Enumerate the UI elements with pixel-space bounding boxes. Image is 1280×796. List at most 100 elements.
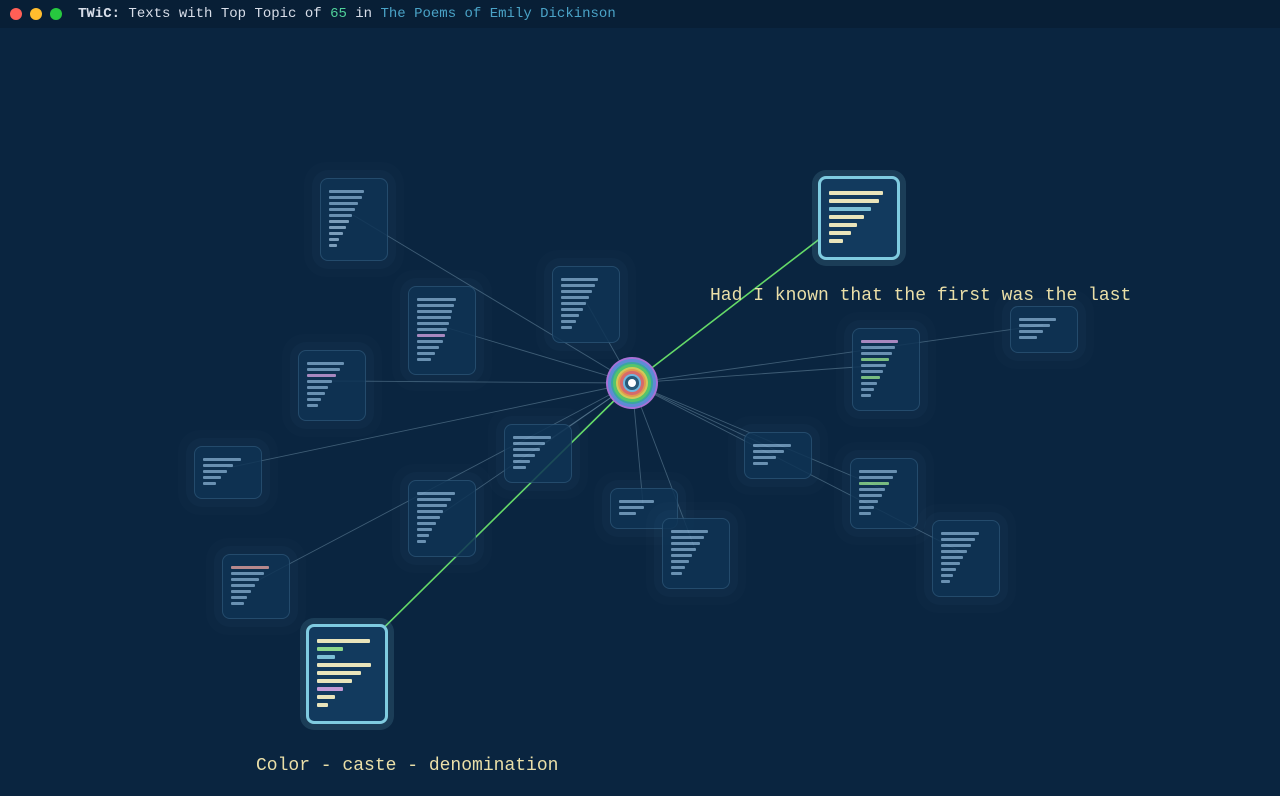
close-icon[interactable] xyxy=(10,8,22,20)
text-line-glyph xyxy=(861,376,880,379)
document-node-selected[interactable] xyxy=(818,176,900,260)
text-line-glyph xyxy=(329,190,364,193)
text-line-glyph xyxy=(317,663,371,667)
text-line-glyph xyxy=(513,454,535,457)
text-line-glyph xyxy=(861,352,892,355)
document-node[interactable] xyxy=(552,266,620,343)
text-line-glyph xyxy=(317,679,352,683)
graph-canvas[interactable]: Had I known that the first was the last C… xyxy=(0,28,1280,796)
text-line-glyph xyxy=(417,528,432,531)
text-line-glyph xyxy=(329,226,346,229)
text-line-glyph xyxy=(859,488,885,491)
text-line-glyph xyxy=(317,639,370,643)
document-node[interactable] xyxy=(222,554,290,619)
text-line-glyph xyxy=(317,655,335,659)
text-line-glyph xyxy=(619,500,654,503)
text-line-glyph xyxy=(861,346,895,349)
text-line-glyph xyxy=(307,380,332,383)
text-line-glyph xyxy=(941,574,953,577)
text-line-glyph xyxy=(671,542,700,545)
app-name: TWiC: xyxy=(78,6,120,22)
text-line-glyph xyxy=(561,302,586,305)
text-line-glyph xyxy=(561,278,598,281)
text-line-glyph xyxy=(753,450,784,453)
text-line-glyph xyxy=(307,362,344,365)
topic-number: 65 xyxy=(330,6,347,22)
text-line-glyph xyxy=(619,512,636,515)
text-line-glyph xyxy=(671,572,682,575)
text-line-glyph xyxy=(829,239,843,243)
document-node[interactable] xyxy=(298,350,366,421)
text-line-glyph xyxy=(753,444,791,447)
maximize-icon[interactable] xyxy=(50,8,62,20)
document-node[interactable] xyxy=(852,328,920,411)
text-line-glyph xyxy=(417,322,449,325)
text-line-glyph xyxy=(513,442,545,445)
text-line-glyph xyxy=(859,470,897,473)
text-line-glyph xyxy=(417,516,440,519)
document-node[interactable] xyxy=(932,520,1000,597)
document-node[interactable] xyxy=(1010,306,1078,353)
text-line-glyph xyxy=(307,386,328,389)
text-line-glyph xyxy=(829,191,883,195)
document-node[interactable] xyxy=(662,518,730,589)
text-line-glyph xyxy=(513,436,551,439)
text-line-glyph xyxy=(861,340,898,343)
text-line-glyph xyxy=(861,394,871,397)
text-line-glyph xyxy=(231,602,244,605)
title-source[interactable]: The Poems of Emily Dickinson xyxy=(381,6,616,22)
minimize-icon[interactable] xyxy=(30,8,42,20)
document-node[interactable] xyxy=(194,446,262,499)
text-line-glyph xyxy=(561,296,589,299)
title-prefix: Texts with Top Topic of xyxy=(128,6,321,22)
text-line-glyph xyxy=(859,500,878,503)
text-line-glyph xyxy=(317,703,328,707)
text-line-glyph xyxy=(417,334,445,337)
text-line-glyph xyxy=(307,398,321,401)
text-line-glyph xyxy=(417,504,447,507)
text-line-glyph xyxy=(829,223,857,227)
document-node[interactable] xyxy=(408,286,476,375)
document-node[interactable] xyxy=(408,480,476,557)
document-node[interactable] xyxy=(320,178,388,261)
text-line-glyph xyxy=(417,346,439,349)
document-caption: Color - caste - denomination xyxy=(256,756,558,776)
text-line-glyph xyxy=(417,352,435,355)
text-line-glyph xyxy=(417,522,436,525)
document-node-selected[interactable] xyxy=(306,624,388,724)
document-node[interactable] xyxy=(850,458,918,529)
text-line-glyph xyxy=(513,448,540,451)
document-caption: Had I known that the first was the last xyxy=(710,286,1131,306)
text-line-glyph xyxy=(829,207,871,211)
text-line-glyph xyxy=(859,512,871,515)
text-line-glyph xyxy=(861,358,889,361)
text-line-glyph xyxy=(317,647,343,651)
text-line-glyph xyxy=(203,476,221,479)
text-line-glyph xyxy=(307,392,325,395)
text-line-glyph xyxy=(671,530,708,533)
text-line-glyph xyxy=(619,506,644,509)
text-line-glyph xyxy=(203,464,233,467)
text-line-glyph xyxy=(561,308,583,311)
text-line-glyph xyxy=(941,544,971,547)
text-line-glyph xyxy=(561,284,595,287)
text-line-glyph xyxy=(861,382,877,385)
text-line-glyph xyxy=(231,566,269,569)
text-line-glyph xyxy=(231,572,264,575)
text-line-glyph xyxy=(329,238,339,241)
text-line-glyph xyxy=(941,538,975,541)
text-line-glyph xyxy=(561,326,572,329)
edge xyxy=(331,381,632,383)
text-line-glyph xyxy=(203,470,227,473)
document-node[interactable] xyxy=(504,424,572,483)
text-line-glyph xyxy=(417,510,443,513)
document-node[interactable] xyxy=(744,432,812,479)
text-line-glyph xyxy=(861,388,874,391)
text-line-glyph xyxy=(329,196,362,199)
text-line-glyph xyxy=(861,370,883,373)
text-line-glyph xyxy=(231,596,247,599)
text-line-glyph xyxy=(317,671,361,675)
text-line-glyph xyxy=(329,214,352,217)
text-line-glyph xyxy=(671,548,696,551)
edge xyxy=(632,365,885,383)
